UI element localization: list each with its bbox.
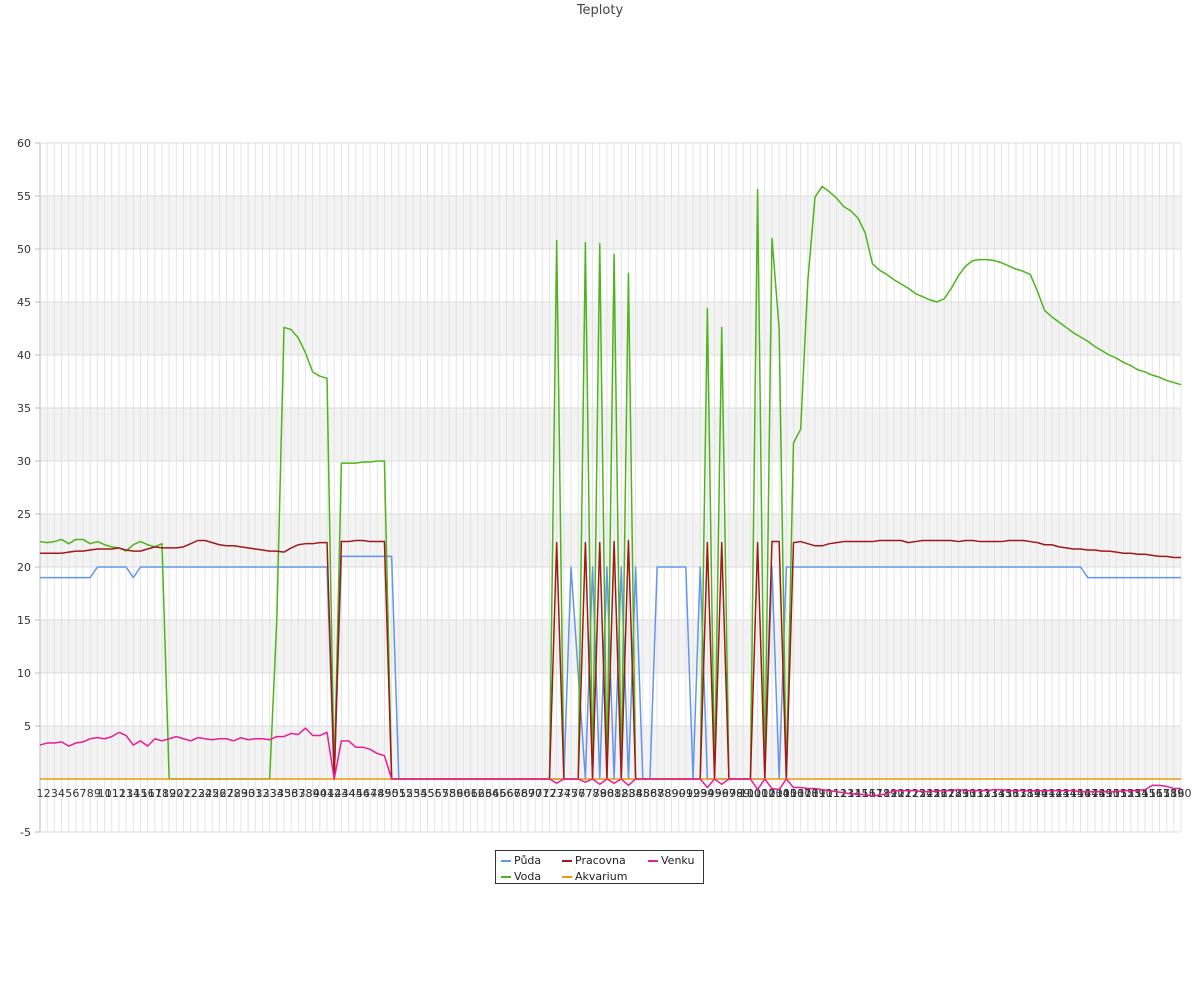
axes [35,142,41,833]
x-tick-label: 2 [44,787,51,800]
chart-root: Teploty -5 5 10 15 20 25 30 35 40 45 50 55 60 123456… [0,0,1200,1000]
x-tick-labels: 1 2 3 4 5 6 7 8 91011121314151617181920212223242… [37,787,1192,800]
background-band [40,196,1181,249]
x-tick-label: 5 [65,787,72,800]
x-tick-label: 7 [80,787,87,800]
y-tick-label: 20 [17,561,31,574]
legend-swatch [648,860,658,862]
legend-swatch [562,860,572,862]
background-band [40,408,1181,461]
y-tick-label: 50 [17,243,31,256]
background-band [40,726,1181,779]
series-lines [39,185,1182,797]
y-tick-label: 60 [17,137,31,150]
x-tick-label: 4 [58,787,65,800]
x-tick-label: 1 [37,787,44,800]
y-tick-label: 45 [17,296,31,309]
legend-label: Půda [514,854,542,867]
y-tick-label: 30 [17,455,31,468]
y-tick-label: 10 [17,667,31,680]
x-tick-label: 8 [87,787,94,800]
y-tick-label: 5 [24,720,31,733]
y-tick-label: 40 [17,349,31,362]
y-tick-label: 15 [17,614,31,627]
y-tick-label: -5 [20,826,31,839]
legend-label: Akvarium [575,870,628,883]
x-tick-label: 3 [51,787,58,800]
y-tick-label: 55 [17,190,31,203]
legend-label: Venku [661,854,695,867]
x-tick-label: 6 [72,787,79,800]
legend-label: Voda [514,870,542,883]
y-tick-labels: -5 5 10 15 20 25 30 35 40 45 50 55 60 [17,137,31,839]
legend-swatch [562,876,572,878]
y-tick-label: 35 [17,402,31,415]
legend: Půda Pracovna Venku Voda Akvarium [495,850,704,884]
legend-swatch [501,876,511,878]
y-tick-label: 25 [17,508,31,521]
background-band [40,302,1181,355]
legend-label: Pracovna [575,854,626,867]
legend-swatch [501,860,511,862]
